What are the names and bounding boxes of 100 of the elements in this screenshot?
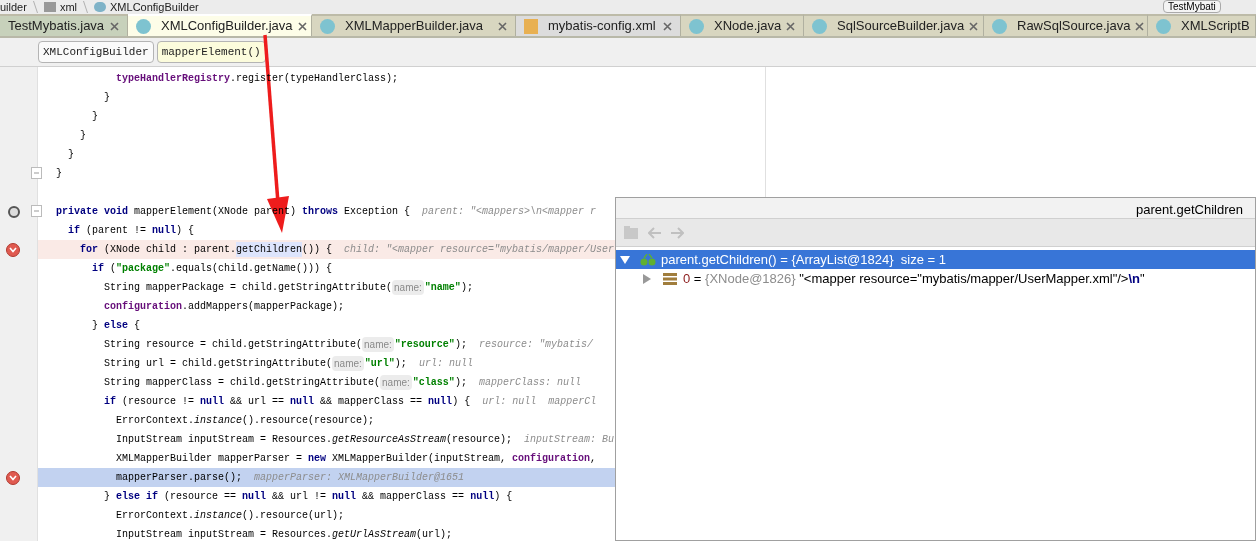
code-text: ().resource(url);	[242, 509, 345, 523]
string-literal: "class"	[412, 376, 455, 390]
tree-label: 0 = {XNode@1826} "<mapper resource="mybatis/mapper/UserMapper.xml"/>\n"	[683, 269, 1145, 288]
code-text: String mapperClass = child.getStringAttribute(	[103, 376, 381, 390]
keyword: if	[103, 395, 116, 409]
code-text: );	[454, 376, 468, 390]
class-icon	[812, 18, 827, 34]
code-text: (XNode child : parent.	[103, 243, 237, 257]
close-icon[interactable]	[663, 21, 672, 31]
static-method: getUrlAsStream	[332, 528, 417, 541]
tree-label: parent.getChildren() = {ArrayList@1824} size = 1	[661, 250, 946, 269]
keyword: for	[79, 243, 98, 257]
string-literal: "package"	[116, 262, 171, 276]
folder-icon	[43, 2, 56, 12]
code-text: mapperParser.parse();	[115, 471, 244, 485]
code-text: (resource !=	[121, 395, 196, 409]
xml-file-icon	[524, 18, 538, 34]
close-icon[interactable]	[786, 21, 796, 31]
static-method: instance	[194, 509, 243, 523]
code-text: String resource = child.getStringAttribute(	[103, 338, 363, 352]
code-text: ().resource(resource);	[242, 414, 375, 428]
keyword: if	[91, 262, 104, 276]
breadcrumb-button[interactable]: XMLConfigBuilder	[38, 41, 154, 63]
run-config-button[interactable]: TestMybati	[1163, 0, 1221, 13]
code-text: .addMappers(mapperPackage);	[182, 300, 345, 314]
collapse-triangle-icon[interactable]	[620, 254, 630, 265]
code-text: && mapperClass ==	[361, 490, 466, 504]
class-icon	[1156, 18, 1171, 34]
editor-tab[interactable]: mybatis-config.xml	[516, 14, 681, 36]
keyword: null	[470, 490, 495, 504]
code-text: }	[91, 319, 99, 333]
keyword: else	[104, 319, 129, 333]
breadcrumb-item[interactable]: uilder	[0, 0, 27, 14]
editor-tab[interactable]: XNode.java	[681, 14, 804, 36]
parameter-hint: name:	[362, 337, 394, 352]
code-text: .equals(child.getName())) {	[170, 262, 333, 276]
static-method: instance	[194, 414, 243, 428]
inline-value-hint: mapperClass: null	[478, 376, 581, 390]
class-icon	[689, 18, 704, 34]
breadcrumb-button[interactable]: mapperElement()	[156, 41, 266, 63]
tree-row[interactable]: 0 = {XNode@1826} "<mapper resource="mybatis/mapper/UserMapper.xml"/>\n"	[616, 269, 1255, 288]
code-text: (parent !=	[85, 224, 148, 238]
parameter-hint: name:	[380, 375, 412, 390]
highlighted-method: getChildren	[236, 242, 303, 257]
editor-tab[interactable]: RawSqlSource.java	[984, 14, 1148, 36]
close-icon[interactable]	[110, 21, 119, 31]
code-text: }	[67, 148, 74, 162]
inline-value-hint: resource: "mybatis/	[478, 338, 593, 352]
code-text: InputStream inputStream = Resources.	[115, 433, 333, 447]
editor-tab[interactable]: SqlSourceBuilder.java	[804, 14, 984, 36]
code-text: );	[394, 357, 408, 371]
keyword: null	[152, 224, 177, 238]
breadcrumb-item[interactable]: XMLConfigBuilder	[110, 0, 199, 14]
close-icon[interactable]	[1135, 21, 1145, 31]
editor-tab[interactable]: XMLConfigBuilder.java	[128, 14, 312, 36]
code-text: && url !=	[271, 490, 328, 504]
tree-row[interactable]: parent.getChildren() = {ArrayList@1824} size = 1	[616, 250, 1255, 269]
inline-value-hint: mapperParser: XMLMapperBuilder@1651	[254, 471, 465, 485]
expand-triangle-icon[interactable]	[643, 273, 653, 284]
code-text: (	[109, 262, 117, 276]
glasses-icon	[640, 253, 656, 266]
code-text: XMLMapperBuilder(inputStream,	[331, 452, 508, 466]
keyword: if	[67, 224, 80, 238]
close-icon[interactable]	[297, 21, 307, 31]
keyword: null	[242, 490, 267, 504]
code-text: (resource);	[446, 433, 514, 447]
editor-tab[interactable]: XMLMapperBuilder.java	[312, 14, 516, 36]
code-text: && mapperClass ==	[319, 395, 424, 409]
keyword: throws	[302, 205, 339, 219]
code-text: XMLMapperBuilder mapperParser =	[115, 452, 304, 466]
inline-value-hint: parent: "<mappers>\n<mapper r	[422, 205, 597, 219]
code-text: String mapperPackage = child.getStringAttribute(	[103, 281, 393, 295]
code-text: );	[454, 338, 468, 352]
close-icon[interactable]	[498, 21, 507, 31]
code-text: InputStream inputStream = Resources.	[115, 528, 333, 541]
code-text: (url);	[416, 528, 453, 541]
popup-title: parent.getChildren	[1136, 201, 1243, 219]
code-text: }	[79, 129, 86, 143]
code-text: }	[103, 91, 110, 105]
editor-tab[interactable]: XMLScriptB	[1148, 14, 1256, 36]
code-text: );	[460, 281, 473, 295]
inline-value-hint: url: null mapperCl	[482, 395, 597, 409]
code-text: ) {	[494, 490, 513, 504]
keyword: null	[332, 490, 357, 504]
parameter-hint: name:	[392, 280, 424, 295]
parameter-hint: name:	[332, 356, 364, 371]
inline-value-hint: url: null	[418, 357, 473, 371]
breadcrumb-item[interactable]: xml	[59, 0, 77, 14]
close-icon[interactable]	[969, 21, 979, 31]
string-literal: "resource"	[394, 338, 455, 352]
editor-tab[interactable]: TestMybatis.java	[0, 14, 128, 36]
code-text: ) {	[176, 224, 195, 238]
code-text: {	[133, 319, 141, 333]
inline-value-hint: inputStream: Bu	[524, 433, 615, 447]
keyword: null	[290, 395, 315, 409]
code-text: }	[56, 167, 62, 181]
class-icon	[94, 2, 106, 12]
code-text: ErrorContext.	[115, 509, 195, 523]
keyword: null	[200, 395, 225, 409]
list-icon	[663, 272, 677, 285]
